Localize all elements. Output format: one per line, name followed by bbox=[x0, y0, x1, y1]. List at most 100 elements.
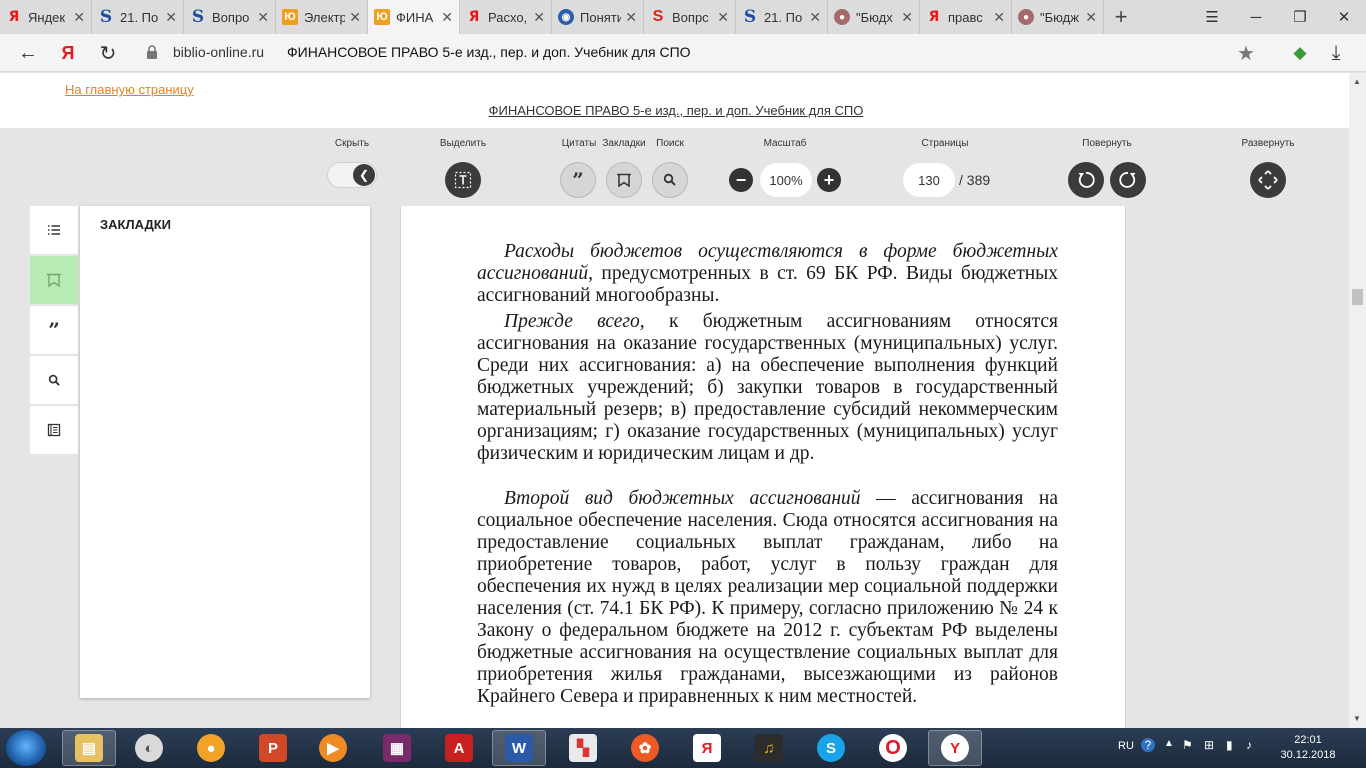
chevron-left-icon: ❮ bbox=[353, 164, 375, 186]
word-taskbar-button[interactable]: W bbox=[492, 730, 546, 766]
close-tab-icon[interactable]: ✕ bbox=[533, 9, 545, 26]
quotes-button[interactable]: ” bbox=[560, 162, 596, 198]
browser-tab[interactable]: S 21. По ✕ bbox=[92, 0, 184, 34]
skype-taskbar-button[interactable]: S bbox=[804, 730, 858, 766]
downloads-icon[interactable]: ⤓ bbox=[1323, 40, 1349, 66]
back-icon[interactable]: ← bbox=[15, 40, 41, 66]
search-tab-button[interactable] bbox=[30, 356, 78, 404]
tab-label: Поняти bbox=[580, 9, 622, 25]
opera-taskbar-button[interactable]: O bbox=[866, 730, 920, 766]
network-icon[interactable]: ▮ bbox=[1226, 738, 1233, 752]
start-button[interactable] bbox=[6, 730, 46, 766]
rotate-left-button[interactable] bbox=[1068, 162, 1104, 198]
browser-tab[interactable]: Яправс ✕ bbox=[920, 0, 1012, 34]
yandex-taskbar-button[interactable]: Я bbox=[680, 730, 734, 766]
expand-icon bbox=[1258, 170, 1278, 190]
browser-tab[interactable]: ● "Бюдж ✕ bbox=[1012, 0, 1104, 34]
menu-icon[interactable]: ☰ bbox=[1190, 0, 1234, 34]
fullscreen-button[interactable] bbox=[1250, 162, 1286, 198]
close-tab-icon[interactable]: ✕ bbox=[717, 9, 729, 26]
zoom-out-button[interactable]: − bbox=[729, 168, 753, 192]
new-tab-button[interactable]: + bbox=[1104, 0, 1138, 34]
select-text-button[interactable] bbox=[445, 162, 481, 198]
windows-icon[interactable]: ⊞ bbox=[1204, 738, 1214, 752]
archive-icon: ▦ bbox=[383, 734, 411, 762]
search-button[interactable] bbox=[652, 162, 688, 198]
system-clock[interactable]: 22:01 30.12.2018 bbox=[1274, 733, 1342, 763]
close-tab-icon[interactable]: ✕ bbox=[73, 9, 85, 26]
browser-tab[interactable]: Я Яндек ✕ bbox=[0, 0, 92, 34]
close-tab-icon[interactable]: ✕ bbox=[165, 9, 177, 26]
powerpoint-taskbar-button[interactable]: P bbox=[246, 730, 300, 766]
scrollbar-thumb[interactable] bbox=[1352, 289, 1363, 305]
media-player-taskbar-button[interactable]: ▶ bbox=[306, 730, 360, 766]
bookmark-star-icon[interactable]: ★ bbox=[1233, 40, 1259, 66]
page-number-input[interactable]: 130 bbox=[903, 163, 955, 197]
browser-tab[interactable]: ◉ Поняти ✕ bbox=[552, 0, 644, 34]
avatar-icon: ● bbox=[834, 9, 850, 25]
close-tab-icon[interactable]: ✕ bbox=[257, 9, 269, 26]
url-page-title[interactable]: ФИНАНСОВОЕ ПРАВО 5-е изд., пер. и доп. У… bbox=[287, 44, 691, 60]
close-tab-icon[interactable]: ✕ bbox=[1085, 9, 1097, 26]
url-domain[interactable]: biblio-online.ru bbox=[173, 44, 264, 60]
yandex-icon: Я bbox=[8, 9, 20, 25]
browser-tab[interactable]: Я Расхо, ✕ bbox=[460, 0, 552, 34]
volume-icon[interactable]: ♪ bbox=[1246, 738, 1252, 752]
browser-tab[interactable]: S Вопрс ✕ bbox=[644, 0, 736, 34]
scroll-up-icon[interactable]: ▲ bbox=[1353, 77, 1361, 86]
browser-tab[interactable]: S Вопро ✕ bbox=[184, 0, 276, 34]
yandex-home-icon[interactable]: Я bbox=[55, 40, 81, 66]
acrobat-taskbar-button[interactable]: A bbox=[432, 730, 486, 766]
close-tab-icon[interactable]: ✕ bbox=[625, 9, 637, 26]
bookmarks-button[interactable] bbox=[606, 162, 642, 198]
close-tab-icon[interactable]: ✕ bbox=[349, 9, 361, 26]
zoom-value[interactable]: 100% bbox=[760, 163, 812, 197]
rotate-right-button[interactable] bbox=[1110, 162, 1146, 198]
tab-label: 21. По bbox=[120, 9, 159, 25]
close-tab-icon[interactable]: ✕ bbox=[993, 9, 1005, 26]
home-link[interactable]: На главную страницу bbox=[65, 82, 194, 97]
book-title[interactable]: ФИНАНСОВОЕ ПРАВО 5-е изд., пер. и доп. У… bbox=[0, 103, 1352, 118]
reload-icon[interactable]: ↻ bbox=[95, 40, 121, 66]
audio-taskbar-button[interactable]: ♫ bbox=[742, 730, 796, 766]
app-icon: ◐ bbox=[135, 734, 163, 762]
bookmarks-label: Закладки bbox=[602, 138, 646, 149]
browser-tab[interactable]: S 21. По ✕ bbox=[736, 0, 828, 34]
browser-tab[interactable]: Ю Электр ✕ bbox=[276, 0, 368, 34]
tab-label: правс bbox=[948, 9, 983, 25]
close-tab-icon[interactable]: ✕ bbox=[809, 9, 821, 26]
app-taskbar-button[interactable]: ◐ bbox=[122, 730, 176, 766]
explorer-taskbar-button[interactable]: ▤ bbox=[62, 730, 116, 766]
maximize-icon[interactable]: ❐ bbox=[1278, 0, 1322, 34]
bookmarks-tab-button[interactable] bbox=[30, 256, 78, 304]
extension-icon[interactable]: ◆ bbox=[1287, 40, 1313, 66]
minimize-icon[interactable]: ─ bbox=[1234, 0, 1278, 34]
quotes-tab-button[interactable]: ” bbox=[30, 306, 78, 354]
browser-tab[interactable]: ● "Бюдх ✕ bbox=[828, 0, 920, 34]
app-taskbar-button[interactable]: ● bbox=[184, 730, 238, 766]
scroll-down-icon[interactable]: ▼ bbox=[1353, 714, 1361, 723]
browser-tab-active[interactable]: Ю ФИНА ✕ bbox=[368, 0, 460, 34]
close-window-icon[interactable]: ✕ bbox=[1322, 0, 1366, 34]
emphasized-text: Прежде всего bbox=[504, 311, 640, 332]
urait-icon: Ю bbox=[374, 9, 390, 25]
yandex-icon: Я bbox=[928, 9, 940, 25]
close-tab-icon[interactable]: ✕ bbox=[901, 9, 913, 26]
winrar-taskbar-button[interactable]: ▦ bbox=[370, 730, 424, 766]
page-scrollbar[interactable]: ▲ ▼ bbox=[1349, 73, 1366, 728]
app-taskbar-button[interactable]: ✿ bbox=[618, 730, 672, 766]
apps-grid-taskbar-button[interactable]: ▚ bbox=[556, 730, 610, 766]
notes-tab-button[interactable] bbox=[30, 406, 78, 454]
language-indicator[interactable]: RU bbox=[1118, 740, 1134, 752]
yandex-browser-taskbar-button[interactable]: Y bbox=[928, 730, 982, 766]
zoom-in-button[interactable]: + bbox=[817, 168, 841, 192]
action-center-icon[interactable]: ⚑ bbox=[1182, 738, 1193, 752]
book-icon bbox=[47, 423, 61, 437]
tray-expand-icon[interactable]: ▲ bbox=[1164, 738, 1174, 749]
close-tab-icon[interactable]: ✕ bbox=[441, 9, 453, 26]
hide-panel-toggle[interactable]: ❮ bbox=[327, 162, 377, 188]
help-icon[interactable]: ? bbox=[1141, 738, 1155, 752]
table-of-contents-button[interactable] bbox=[30, 206, 78, 254]
zoom-label: Масштаб bbox=[763, 138, 807, 149]
app-icon: ✿ bbox=[631, 734, 659, 762]
